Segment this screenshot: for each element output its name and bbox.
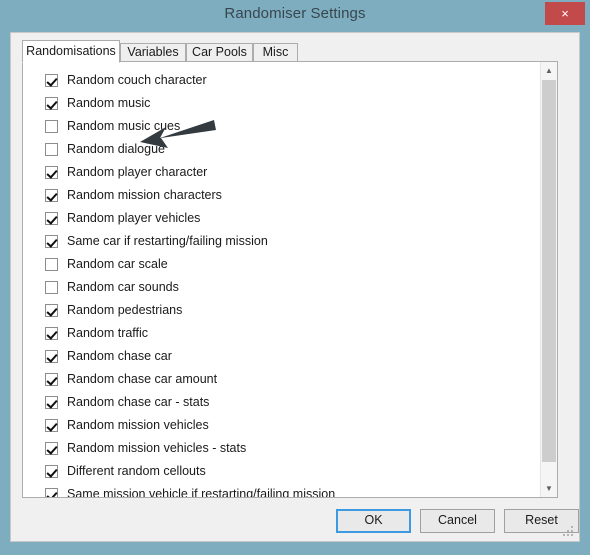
list-item-label: Random player vehicles: [67, 211, 201, 225]
list-item-label: Random chase car - stats: [67, 395, 210, 409]
scroll-down-icon[interactable]: ▼: [541, 480, 557, 497]
checkbox-checked-icon[interactable]: [45, 395, 58, 409]
checkbox-checked-icon[interactable]: [45, 326, 58, 340]
title-bar: Randomiser Settings ×: [0, 0, 590, 28]
checkbox-checked-icon[interactable]: [45, 96, 58, 110]
checkbox-checked-icon[interactable]: [45, 73, 58, 87]
tab-strip: Randomisations Variables Car Pools Misc: [22, 40, 558, 63]
close-icon[interactable]: ×: [545, 2, 585, 25]
list-item-label: Random car sounds: [67, 280, 179, 294]
checkbox-checked-icon[interactable]: [45, 165, 58, 179]
scrollbar-thumb[interactable]: [542, 80, 556, 462]
checkbox-list: Random couch character Random music Random…: [23, 62, 541, 497]
grip-dot: [571, 526, 573, 528]
window-title: Randomiser Settings: [224, 5, 366, 22]
list-item[interactable]: Random pedestrians: [45, 300, 182, 320]
list-item[interactable]: Random car scale: [45, 254, 168, 274]
cancel-button[interactable]: Cancel: [420, 509, 495, 533]
list-item-label: Random car scale: [67, 257, 168, 271]
grip-dot: [567, 530, 569, 532]
randomisations-list-panel: Random couch character Random music Random…: [22, 61, 558, 498]
checkbox-unchecked-icon[interactable]: [45, 280, 58, 294]
list-item[interactable]: Random chase car - stats: [45, 392, 209, 412]
list-item-label: Random music cues: [67, 119, 181, 133]
list-item-label: Random couch character: [67, 73, 207, 87]
list-item-label: Random pedestrians: [67, 303, 183, 317]
checkbox-unchecked-icon[interactable]: [45, 142, 58, 156]
list-scrollbar[interactable]: ▲ ▼: [540, 62, 557, 497]
list-item[interactable]: Random mission characters: [45, 185, 222, 205]
tab-randomisations[interactable]: Randomisations: [22, 40, 120, 63]
grip-dot: [571, 534, 573, 536]
list-item[interactable]: Random dialogue: [45, 139, 165, 159]
tab-car-pools[interactable]: Car Pools: [186, 43, 253, 62]
checkbox-unchecked-icon[interactable]: [45, 257, 58, 271]
list-item-label: Random mission characters: [67, 188, 222, 202]
list-item-label: Random traffic: [67, 326, 149, 340]
list-item[interactable]: Random chase car: [45, 346, 172, 366]
list-item[interactable]: Random traffic: [45, 323, 148, 343]
list-item[interactable]: Random mission vehicles: [45, 415, 209, 435]
checkbox-checked-icon[interactable]: [45, 211, 58, 225]
checkbox-checked-icon[interactable]: [45, 372, 58, 386]
grip-dot: [567, 534, 569, 536]
list-item-label: Same mission vehicle if restarting/faili…: [67, 487, 336, 497]
tab-variables[interactable]: Variables: [120, 43, 186, 62]
list-item-label: Random chase car amount: [67, 372, 218, 386]
list-item-label: Random mission vehicles - stats: [67, 441, 247, 455]
list-item-label: Random dialogue: [67, 142, 165, 156]
checkbox-checked-icon[interactable]: [45, 464, 58, 478]
checkbox-checked-icon[interactable]: [45, 349, 58, 363]
list-item[interactable]: Different random cellouts: [45, 461, 206, 481]
checkbox-checked-icon[interactable]: [45, 234, 58, 248]
list-item-label: Random chase car: [67, 349, 172, 363]
list-item[interactable]: Random couch character: [45, 70, 207, 90]
list-item[interactable]: Random player vehicles: [45, 208, 200, 228]
list-item-label: Random player character: [67, 165, 208, 179]
resize-grip-icon[interactable]: [563, 526, 575, 538]
randomiser-settings-window: Randomiser Settings × Randomisations Vari…: [0, 0, 590, 555]
scroll-up-icon[interactable]: ▲: [541, 62, 557, 79]
list-item[interactable]: Same mission vehicle if restarting/faili…: [45, 484, 335, 497]
ok-button[interactable]: OK: [336, 509, 411, 533]
list-item-label: Random mission vehicles: [67, 418, 209, 432]
grip-dot: [571, 530, 573, 532]
checkbox-checked-icon[interactable]: [45, 418, 58, 432]
checkbox-checked-icon[interactable]: [45, 303, 58, 317]
list-item-label: Different random cellouts: [67, 464, 206, 478]
checkbox-checked-icon[interactable]: [45, 188, 58, 202]
list-item-label: Same car if restarting/failing mission: [67, 234, 268, 248]
checkbox-checked-icon[interactable]: [45, 441, 58, 455]
checkbox-unchecked-icon[interactable]: [45, 119, 58, 133]
list-item[interactable]: Random mission vehicles - stats: [45, 438, 246, 458]
list-item[interactable]: Random player character: [45, 162, 207, 182]
list-item[interactable]: Same car if restarting/failing mission: [45, 231, 268, 251]
list-item[interactable]: Random music cues: [45, 116, 180, 136]
grip-dot: [563, 534, 565, 536]
list-item[interactable]: Random car sounds: [45, 277, 179, 297]
list-item[interactable]: Random chase car amount: [45, 369, 217, 389]
tab-misc[interactable]: Misc: [253, 43, 298, 62]
list-item[interactable]: Random music: [45, 93, 150, 113]
list-item-label: Random music: [67, 96, 151, 110]
checkbox-checked-icon[interactable]: [45, 487, 58, 497]
dialog-client-area: Randomisations Variables Car Pools Misc Ran…: [10, 32, 580, 542]
